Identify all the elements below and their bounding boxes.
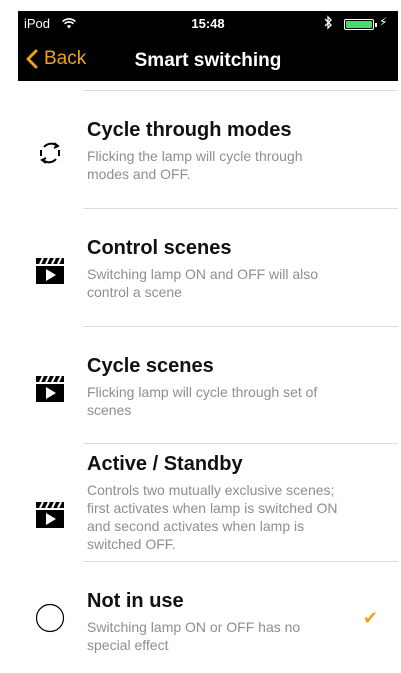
- option-title: Active / Standby: [87, 453, 243, 475]
- option-description: Flicking the lamp will cycle through mod…: [87, 148, 303, 182]
- option-description: Switching lamp ON or OFF has no special …: [87, 619, 301, 653]
- option-title: Cycle scenes: [87, 355, 214, 377]
- bluetooth-icon: [324, 15, 333, 33]
- clock: 15:48: [191, 16, 225, 31]
- cycle-arrows-icon: [34, 137, 66, 169]
- status-bar: iPod 15:48 ⚡: [18, 11, 398, 37]
- option-description: Switching lamp ON and OFF will also cont…: [87, 266, 319, 300]
- clapperboard-icon: [34, 373, 66, 405]
- checkmark-icon: ✔: [362, 608, 378, 628]
- option-title: Control scenes: [87, 237, 232, 259]
- battery-icon: [344, 19, 377, 30]
- option-control-scenes[interactable]: Control scenes Switching lamp ON and OFF…: [18, 209, 398, 326]
- option-description: Controls two mutually exclusive scenes; …: [87, 482, 338, 552]
- option-active-standby[interactable]: Active / Standby Controls two mutually e…: [18, 444, 398, 561]
- navigation-bar: Back Smart switching: [18, 37, 398, 81]
- empty-circle-icon: [34, 602, 66, 634]
- option-cycle-scenes[interactable]: Cycle scenes Flicking lamp will cycle th…: [18, 327, 398, 444]
- option-title: Cycle through modes: [87, 119, 292, 141]
- options-list: Cycle through modes Flicking the lamp wi…: [18, 81, 398, 673]
- option-title: Not in use: [87, 590, 184, 612]
- clapperboard-icon: [34, 499, 66, 531]
- option-description: Flicking lamp will cycle through set of …: [87, 384, 318, 418]
- charging-icon: ⚡: [379, 15, 388, 29]
- clapperboard-icon: [34, 255, 66, 287]
- page-title: Smart switching: [134, 50, 282, 71]
- option-cycle-through-modes[interactable]: Cycle through modes Flicking the lamp wi…: [18, 91, 398, 208]
- phone-screen: iPod 15:48 ⚡ Back Smart switching Cycle …: [18, 11, 398, 673]
- option-not-in-use[interactable]: Not in use Switching lamp ON or OFF has …: [18, 562, 398, 673]
